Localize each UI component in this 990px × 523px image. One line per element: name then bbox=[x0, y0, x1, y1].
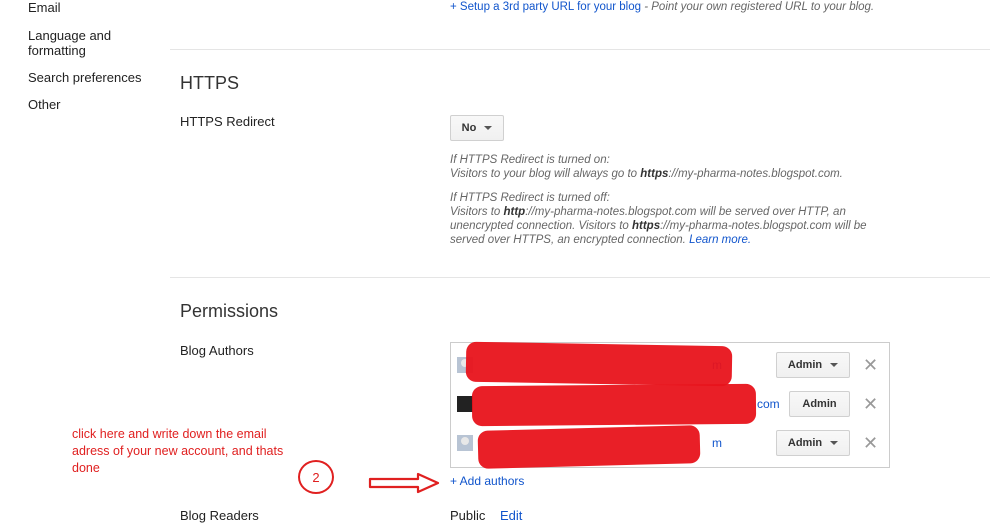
arrow-right-icon bbox=[368, 472, 440, 494]
https-on-title: If HTTPS Redirect is turned on: bbox=[450, 154, 610, 166]
https-redirect-value: No bbox=[461, 122, 477, 134]
https-off-http-keyword: http bbox=[503, 206, 526, 218]
third-party-url-help: + Setup a 3rd party URL for your blog - … bbox=[450, 0, 880, 14]
author-role-button[interactable]: Admin bbox=[789, 391, 850, 417]
author-role-select[interactable]: Admin bbox=[776, 430, 850, 456]
https-on-text-b: ://my-pharma-notes.blogspot.com. bbox=[668, 168, 843, 180]
redaction-mark bbox=[477, 425, 701, 469]
author-role-value: Admin bbox=[787, 437, 823, 449]
section-divider bbox=[170, 277, 990, 278]
https-on-keyword: https bbox=[640, 168, 669, 180]
permissions-section-title: Permissions bbox=[180, 301, 279, 321]
chevron-down-icon bbox=[830, 441, 839, 445]
redaction-mark bbox=[465, 341, 733, 387]
sidebar-item-other[interactable]: Other bbox=[28, 97, 61, 112]
blog-authors-label: Blog Authors bbox=[180, 343, 254, 358]
https-off-text: Visitors to http://my-pharma-notes.blogs… bbox=[450, 205, 890, 247]
add-authors-link[interactable]: + Add authors bbox=[450, 474, 524, 488]
section-divider bbox=[170, 49, 990, 50]
author-role-value: Admin bbox=[802, 398, 837, 410]
https-on-text-a: Visitors to your blog will always go to bbox=[450, 168, 641, 180]
author-email: m bbox=[712, 436, 722, 450]
author-role-select[interactable]: Admin bbox=[776, 352, 850, 378]
step-number: 2 bbox=[312, 469, 320, 485]
https-off-title: If HTTPS Redirect is turned off: bbox=[450, 192, 610, 204]
annotation-note: click here and write down the email adre… bbox=[72, 427, 284, 475]
avatar bbox=[457, 435, 473, 451]
remove-author-icon[interactable]: ✕ bbox=[863, 434, 878, 452]
remove-author-icon[interactable]: ✕ bbox=[863, 356, 878, 374]
https-on-help: If HTTPS Redirect is turned on: Visitors… bbox=[450, 153, 890, 181]
step-number-circle: 2 bbox=[298, 460, 334, 494]
chevron-down-icon bbox=[830, 363, 839, 367]
avatar bbox=[457, 396, 473, 412]
sidebar-item-language[interactable]: Language and formatting bbox=[28, 28, 138, 58]
chevron-down-icon bbox=[484, 126, 493, 130]
https-redirect-select[interactable]: No bbox=[450, 115, 504, 141]
remove-author-icon[interactable]: ✕ bbox=[863, 395, 878, 413]
https-off-text-a: Visitors to bbox=[450, 206, 504, 218]
setup-third-party-desc: - Point your own registered URL to your … bbox=[641, 1, 875, 13]
blog-readers-value: Public bbox=[450, 508, 486, 523]
https-on-text: Visitors to your blog will always go to … bbox=[450, 167, 890, 181]
author-email: com bbox=[757, 397, 780, 411]
sidebar-item-email[interactable]: Email bbox=[28, 0, 61, 15]
https-off-https-keyword: https bbox=[631, 220, 661, 232]
https-redirect-label: HTTPS Redirect bbox=[180, 114, 275, 129]
blog-readers-label: Blog Readers bbox=[180, 508, 259, 523]
https-section-title: HTTPS bbox=[180, 73, 240, 93]
setup-third-party-url-link[interactable]: + Setup a 3rd party URL for your blog bbox=[450, 1, 641, 13]
redaction-mark bbox=[471, 383, 757, 427]
learn-more-link[interactable]: Learn more. bbox=[689, 234, 751, 246]
author-role-value: Admin bbox=[787, 359, 823, 371]
https-off-help: If HTTPS Redirect is turned off: Visitor… bbox=[450, 191, 890, 247]
sidebar-item-search-preferences[interactable]: Search preferences bbox=[28, 70, 141, 85]
blog-readers-edit-link[interactable]: Edit bbox=[500, 508, 522, 523]
